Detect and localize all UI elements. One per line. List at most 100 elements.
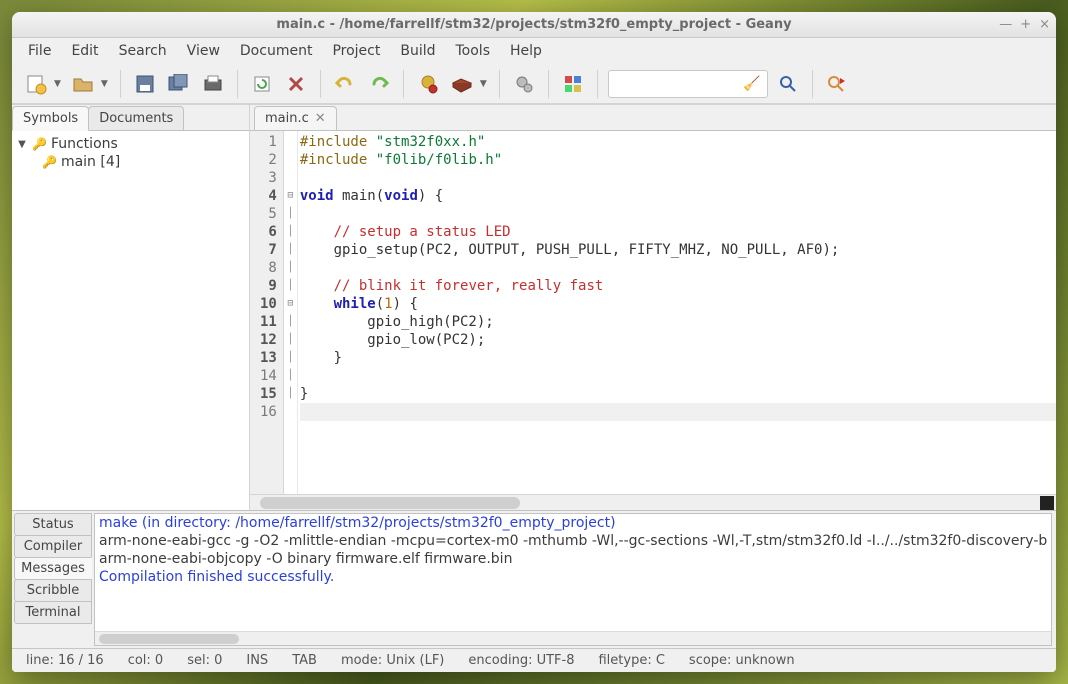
statusbar: line: 16 / 16 col: 0 sel: 0 INS TAB mode… — [12, 648, 1056, 672]
close-icon[interactable]: ✕ — [315, 111, 326, 126]
messages-h-scrollbar[interactable] — [95, 631, 1051, 645]
toolbar: ▼ ▼ — [12, 64, 1056, 104]
message-line: arm-none-eabi-objcopy -O binary firmware… — [95, 550, 1051, 568]
scrollbar-thumb[interactable] — [99, 634, 239, 644]
tree-group-functions[interactable]: ▼ 🔑 Functions — [12, 135, 249, 153]
close-icon — [287, 75, 305, 93]
code-content[interactable]: #include "stm32f0xx.h"#include "f0lib/f0… — [298, 131, 1056, 494]
message-line: make (in directory: /home/farrellf/stm32… — [95, 514, 1051, 532]
status-line: line: 16 / 16 — [26, 653, 104, 668]
fold-column[interactable]: ⊟│││││⊟│││││ — [284, 131, 298, 494]
editor-tab-label: main.c — [265, 111, 309, 126]
search-button[interactable] — [774, 70, 802, 98]
build-button[interactable] — [448, 70, 476, 98]
status-scope: scope: unknown — [689, 653, 795, 668]
bottom-tab-compiler[interactable]: Compiler — [14, 535, 92, 558]
menu-search[interactable]: Search — [111, 41, 175, 61]
run-button[interactable] — [510, 70, 538, 98]
maximize-button[interactable]: + — [1020, 17, 1031, 32]
status-sel: sel: 0 — [187, 653, 222, 668]
messages-area[interactable]: make (in directory: /home/farrellf/stm32… — [94, 513, 1052, 646]
tree-label: main [4] — [61, 154, 120, 170]
tab-symbols[interactable]: Symbols — [12, 106, 89, 131]
dropdown-caret-icon[interactable]: ▼ — [101, 79, 108, 89]
window-title: main.c - /home/farrellf/stm32/projects/s… — [12, 17, 1056, 32]
search-icon — [778, 74, 798, 94]
menu-view[interactable]: View — [179, 41, 228, 61]
tree-label: Functions — [51, 136, 118, 152]
save-icon — [135, 74, 155, 94]
key-icon: 🔑 — [32, 137, 47, 151]
redo-button[interactable] — [365, 70, 393, 98]
compile-icon — [418, 74, 438, 94]
toolbar-search-input[interactable]: 🧹 — [608, 70, 768, 98]
scrollbar-corner — [1040, 496, 1054, 510]
status-ins: INS — [246, 653, 268, 668]
message-line: Compilation finished successfully. — [95, 568, 1051, 586]
menu-document[interactable]: Document — [232, 41, 321, 61]
key-icon: 🔑 — [42, 155, 57, 169]
message-line: arm-none-eabi-gcc -g -O2 -mlittle-endian… — [95, 532, 1051, 550]
menu-edit[interactable]: Edit — [63, 41, 106, 61]
editor-area: main.c ✕ 12345678910111213141516 ⊟│││││⊟… — [250, 105, 1056, 510]
gears-icon — [514, 74, 534, 94]
brick-icon — [451, 75, 473, 93]
symbol-tree[interactable]: ▼ 🔑 Functions 🔑 main [4] — [12, 131, 249, 510]
code-editor[interactable]: 12345678910111213141516 ⊟│││││⊟│││││ #in… — [250, 131, 1056, 494]
close-file-button[interactable] — [282, 70, 310, 98]
side-panel: Symbols Documents ▼ 🔑 Functions 🔑 main [… — [12, 105, 250, 510]
dropdown-caret-icon[interactable]: ▼ — [480, 79, 487, 89]
reload-button[interactable] — [248, 70, 276, 98]
folder-open-icon — [72, 73, 94, 95]
new-file-icon — [25, 73, 47, 95]
dropdown-caret-icon[interactable]: ▼ — [54, 79, 61, 89]
color-chooser-button[interactable] — [559, 70, 587, 98]
save-all-button[interactable] — [165, 70, 193, 98]
app-window: main.c - /home/farrellf/stm32/projects/s… — [12, 12, 1056, 672]
color-swatch-icon — [564, 75, 582, 93]
menu-project[interactable]: Project — [324, 41, 388, 61]
redo-icon — [368, 75, 390, 93]
goto-line-button[interactable] — [823, 70, 851, 98]
bottom-tab-terminal[interactable]: Terminal — [14, 601, 92, 624]
open-file-button[interactable] — [69, 70, 97, 98]
editor-tabs: main.c ✕ — [250, 105, 1056, 131]
menu-tools[interactable]: Tools — [448, 41, 499, 61]
tree-item-main[interactable]: 🔑 main [4] — [12, 153, 249, 171]
editor-h-scrollbar[interactable] — [250, 494, 1056, 510]
clear-icon[interactable]: 🧹 — [743, 76, 760, 92]
undo-icon — [334, 75, 356, 93]
reload-icon — [252, 74, 272, 94]
menubar: FileEditSearchViewDocumentProjectBuildTo… — [12, 38, 1056, 64]
bottom-tabs: StatusCompilerMessagesScribbleTerminal — [12, 511, 94, 648]
compile-button[interactable] — [414, 70, 442, 98]
new-file-button[interactable] — [22, 70, 50, 98]
scrollbar-thumb[interactable] — [260, 497, 520, 509]
undo-button[interactable] — [331, 70, 359, 98]
status-filetype: filetype: C — [598, 653, 664, 668]
menu-file[interactable]: File — [20, 41, 59, 61]
minimize-button[interactable]: — — [999, 17, 1012, 32]
side-tabs: Symbols Documents — [12, 105, 249, 131]
status-mode: mode: Unix (LF) — [341, 653, 444, 668]
bottom-tab-messages[interactable]: Messages — [14, 557, 92, 580]
editor-tab-mainc[interactable]: main.c ✕ — [254, 106, 337, 130]
tab-documents[interactable]: Documents — [88, 106, 184, 130]
main-area: Symbols Documents ▼ 🔑 Functions 🔑 main [… — [12, 104, 1056, 510]
save-all-icon — [168, 74, 190, 94]
menu-build[interactable]: Build — [392, 41, 443, 61]
menu-help[interactable]: Help — [502, 41, 550, 61]
line-number-gutter: 12345678910111213141516 — [250, 131, 284, 494]
close-button[interactable]: × — [1039, 17, 1050, 32]
status-tab: TAB — [292, 653, 317, 668]
printer-icon — [202, 74, 224, 94]
goto-icon — [826, 74, 848, 94]
chevron-down-icon: ▼ — [16, 139, 28, 150]
revert-button[interactable] — [199, 70, 227, 98]
bottom-tab-scribble[interactable]: Scribble — [14, 579, 92, 602]
titlebar: main.c - /home/farrellf/stm32/projects/s… — [12, 12, 1056, 38]
status-encoding: encoding: UTF-8 — [468, 653, 574, 668]
bottom-tab-status[interactable]: Status — [14, 513, 92, 536]
save-button[interactable] — [131, 70, 159, 98]
status-col: col: 0 — [128, 653, 164, 668]
